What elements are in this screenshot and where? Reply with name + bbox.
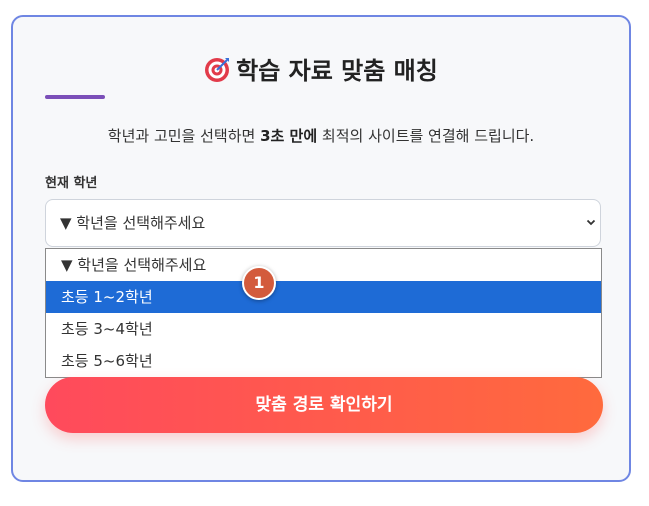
grade-option-1-2[interactable]: 초등 1~2학년 xyxy=(46,281,601,313)
grade-select-value: ▼ 학년을 선택해주세요 xyxy=(60,214,206,232)
matching-card: 학습 자료 맞춤 매칭 학년과 고민을 선택하면 3초 만에 최적의 사이트를 … xyxy=(11,15,631,482)
grade-option-5-6[interactable]: 초등 5~6학년 xyxy=(46,345,601,377)
step-number-badge: 1 xyxy=(242,266,276,300)
intro-text-emphasis: 3초 만에 xyxy=(260,127,318,145)
target-icon xyxy=(205,58,230,82)
grade-option-3-4[interactable]: 초등 3~4학년 xyxy=(46,313,601,345)
check-path-button[interactable]: 맞춤 경로 확인하기 xyxy=(45,377,603,433)
page-title-text: 학습 자료 맞춤 매칭 xyxy=(236,57,438,85)
intro-text-after: 최적의 사이트를 연결해 드립니다. xyxy=(317,127,535,145)
grade-dropdown-list: ▼ 학년을 선택해주세요 초등 1~2학년 초등 3~4학년 초등 5~6학년 xyxy=(45,248,602,378)
grade-option-placeholder[interactable]: ▼ 학년을 선택해주세요 xyxy=(46,249,601,281)
intro-text-before: 학년과 고민을 선택하면 xyxy=(107,127,261,145)
title-accent-divider xyxy=(45,95,105,99)
intro-description: 학년과 고민을 선택하면 3초 만에 최적의 사이트를 연결해 드립니다. xyxy=(13,125,629,146)
grade-field-label: 현재 학년 xyxy=(45,176,98,191)
page-title: 학습 자료 맞춤 매칭 xyxy=(13,51,629,86)
grade-select[interactable]: ▼ 학년을 선택해주세요 xyxy=(45,199,601,247)
